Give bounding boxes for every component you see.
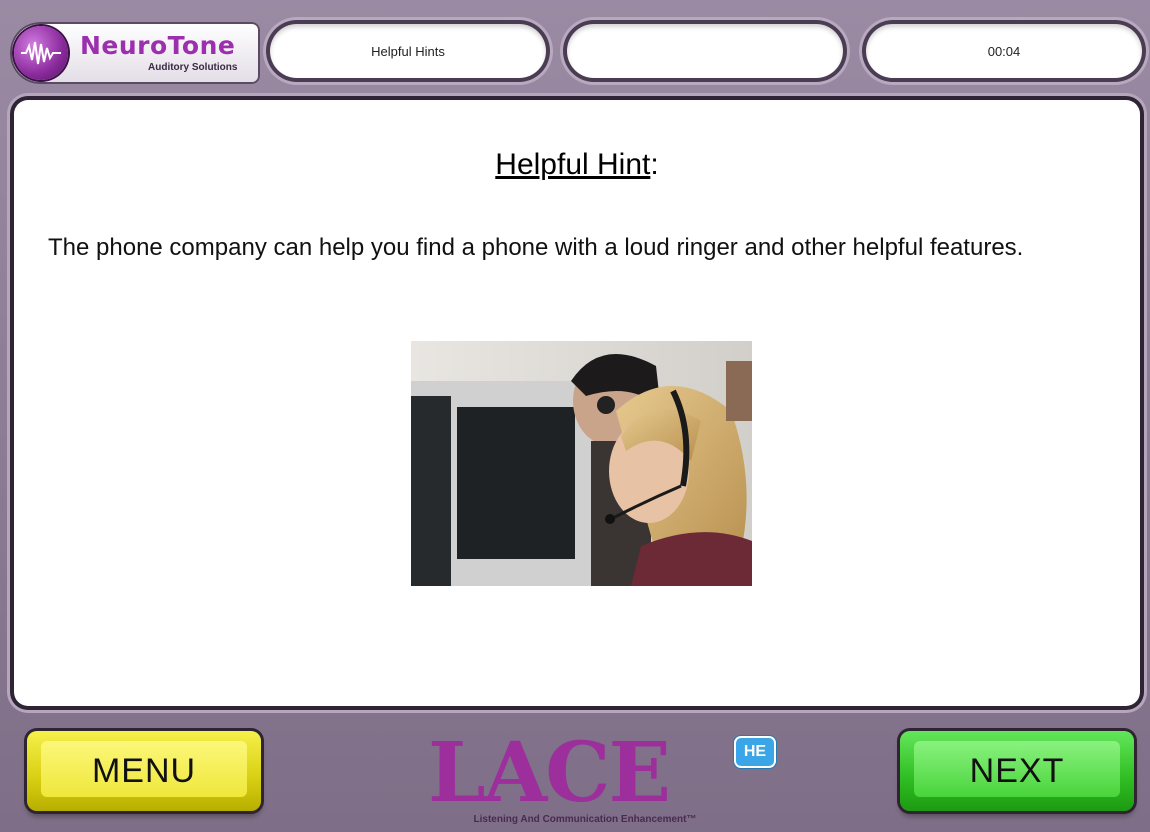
lace-logo-word: LACE <box>428 725 671 821</box>
lace-logo: LACE HE Listening And Communication Enha… <box>420 728 780 828</box>
next-button-label: NEXT <box>969 751 1065 790</box>
neurotone-logo: NeuroTone Auditory Solutions <box>10 22 260 84</box>
waveform-icon <box>14 26 68 80</box>
menu-button[interactable]: MENU <box>27 731 261 811</box>
title-text: Helpful Hint <box>495 148 651 181</box>
app-frame: NeuroTone Auditory Solutions Helpful Hin… <box>0 0 1150 832</box>
menu-button-label: MENU <box>91 751 197 790</box>
content-panel: Helpful Hint: The phone company can help… <box>14 100 1140 706</box>
hint-text: The phone company can help you find a ph… <box>48 234 1024 261</box>
top-bar: NeuroTone Auditory Solutions Helpful Hin… <box>0 0 1150 92</box>
status-field <box>567 24 843 78</box>
page-title: Helpful Hint: <box>14 148 1140 182</box>
next-button[interactable]: NEXT <box>900 731 1134 811</box>
call-center-photo <box>411 341 752 586</box>
lace-tagline: Listening And Communication Enhancement™ <box>473 814 697 825</box>
timer-display: 00:04 <box>866 24 1142 78</box>
brand-name: NeuroTone <box>80 31 236 60</box>
brand-subtitle: Auditory Solutions <box>148 62 238 73</box>
section-label: Helpful Hints <box>270 24 546 78</box>
title-suffix: : <box>650 148 659 181</box>
he-badge: HE <box>736 738 774 766</box>
